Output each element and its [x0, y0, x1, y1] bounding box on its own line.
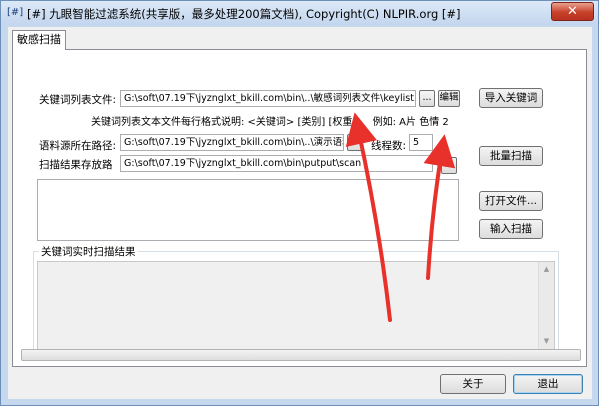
app-window: [#] [#] 九眼智能过滤系统(共享版，最多处理200篇文档), Copyri…	[0, 0, 599, 406]
scroll-up-icon[interactable]: ▲	[539, 262, 554, 277]
about-button[interactable]: 关于	[440, 374, 506, 394]
close-icon: ✕	[567, 4, 578, 19]
output-path-label: 扫描结果存放路	[39, 159, 113, 171]
threads-input[interactable]: 5	[409, 134, 433, 151]
keyword-file-input[interactable]: G:\soft\07.19下\jyznglxt_bkill.com\bin\..…	[120, 90, 416, 107]
edit-keywords-button[interactable]: 编辑	[438, 90, 460, 107]
app-icon: [#]	[7, 7, 24, 18]
tab-panel: 关键词列表文件: G:\soft\07.19下\jyznglxt_bkill.c…	[12, 49, 587, 367]
keyword-file-label: 关键词列表文件:	[39, 94, 117, 106]
exit-button[interactable]: 退出	[513, 374, 583, 394]
threads-label: 线程数:	[371, 140, 407, 152]
scan-input-box[interactable]	[37, 179, 459, 241]
results-list[interactable]: ▲ ▼	[37, 261, 555, 350]
keyword-browse-button[interactable]: ...	[419, 90, 435, 107]
corpus-path-input[interactable]: G:\soft\07.19下\jyznglxt_bkill.com\bin\..…	[120, 134, 344, 151]
output-browse-button[interactable]: ...	[441, 157, 457, 174]
corpus-browse-button[interactable]: ...	[347, 134, 363, 151]
import-keywords-button[interactable]: 导入关键词	[479, 88, 543, 108]
scroll-down-icon[interactable]: ▼	[539, 334, 554, 349]
keyword-format-help: 关键词列表文本文件每行格式说明: <关键词> [类别] [权重] 。 例如: A…	[91, 117, 449, 128]
input-scan-button[interactable]: 输入扫描	[479, 219, 543, 239]
corpus-path-label: 语料源所在路径:	[39, 140, 117, 152]
scan-progress-bar	[21, 349, 581, 361]
results-scrollbar[interactable]: ▲ ▼	[538, 262, 554, 349]
open-file-button[interactable]: 打开文件...	[479, 191, 543, 211]
batch-scan-button[interactable]: 批量扫描	[479, 146, 543, 166]
window-title: [#] 九眼智能过滤系统(共享版，最多处理200篇文档), Copyright(…	[27, 7, 461, 21]
title-bar[interactable]: [#] [#] 九眼智能过滤系统(共享版，最多处理200篇文档), Copyri…	[1, 1, 598, 25]
results-group-title: 关键词实时扫描结果	[39, 244, 138, 259]
tab-sensitive-scan[interactable]: 敏感扫描	[12, 30, 66, 50]
output-path-input[interactable]: G:\soft\07.19下\jyznglxt_bkill.com\bin\pu…	[120, 155, 433, 172]
client-area: 敏感扫描 关键词列表文件: G:\soft\07.19下\jyznglxt_bk…	[8, 27, 592, 399]
close-button[interactable]: ✕	[551, 2, 594, 21]
